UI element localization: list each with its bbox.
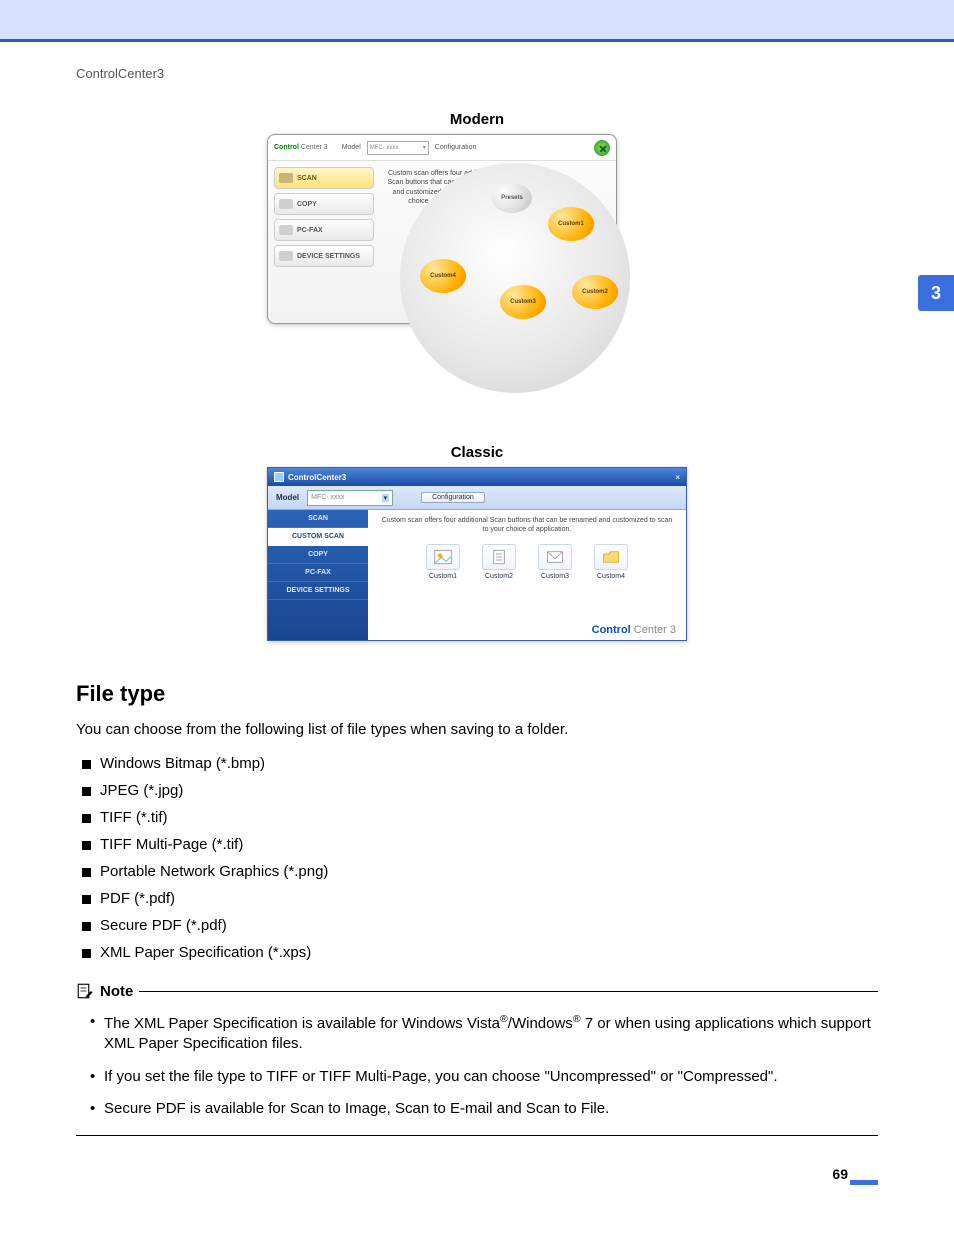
device-icon [279, 251, 293, 261]
classic-window: ControlCenter3 × Model MFC- xxxx▾ Config… [267, 467, 687, 641]
chapter-tab: 3 [918, 275, 954, 311]
sidebar-item-scan[interactable]: SCAN [268, 510, 368, 528]
custom4-button[interactable]: Custom4 [420, 259, 466, 293]
list-item: Secure PDF (*.pdf) [82, 912, 878, 939]
icon-caption: Custom1 [429, 573, 457, 580]
note-block: Note The XML Paper Specification is avai… [76, 982, 878, 1136]
page-number: 69 [76, 1166, 878, 1185]
note-bottom-rule [76, 1135, 878, 1136]
classic-titlebar: ControlCenter3 × [268, 468, 686, 486]
custom2-button[interactable] [482, 544, 516, 570]
section-intro: You can choose from the following list o… [76, 721, 878, 738]
model-dropdown[interactable]: MFC- xxxx▾ [367, 141, 429, 155]
list-item: Portable Network Graphics (*.png) [82, 858, 878, 885]
sidebar-item-copy[interactable]: COPY [268, 546, 368, 564]
configuration-link[interactable]: Configuration [435, 144, 477, 151]
presets-button[interactable]: Presets [492, 183, 532, 213]
close-button[interactable] [594, 140, 610, 156]
fax-icon [279, 225, 293, 235]
figure-classic: Classic ControlCenter3 × Model MFC- xxxx… [76, 444, 878, 641]
chevron-down-icon: ▾ [382, 494, 390, 502]
classic-toolbar: Model MFC- xxxx▾ Configuration [268, 486, 686, 510]
section-heading: File type [76, 681, 878, 707]
sidebar-item-pcfax[interactable]: PC-FAX [268, 564, 368, 582]
note-label: Note [100, 983, 133, 1000]
custom4-button[interactable] [594, 544, 628, 570]
list-item: XML Paper Specification (*.xps) [82, 939, 878, 966]
window-icon [274, 472, 284, 482]
sidebar-item-device-settings[interactable]: DEVICE SETTINGS [268, 582, 368, 600]
figure-modern: Modern Control Center 3 Model MFC- xxxx▾… [76, 111, 878, 394]
modern-titlebar: Control Center 3 Model MFC- xxxx▾ Config… [268, 135, 616, 161]
figure-classic-title: Classic [76, 444, 878, 461]
image-icon [434, 549, 452, 565]
list-item: If you set the file type to TIFF or TIFF… [90, 1061, 878, 1093]
list-item: PDF (*.pdf) [82, 885, 878, 912]
folder-icon [602, 549, 620, 565]
modern-window: Control Center 3 Model MFC- xxxx▾ Config… [267, 134, 617, 324]
file-type-list: Windows Bitmap (*.bmp) JPEG (*.jpg) TIFF… [76, 750, 878, 966]
sidebar-item-copy[interactable]: COPY [274, 193, 374, 215]
sidebar-item-custom-scan[interactable]: CUSTOM SCAN [268, 528, 368, 546]
list-item: The XML Paper Specification is available… [90, 1006, 878, 1061]
modern-sidebar: SCAN COPY PC-FAX DEVICE SETTINGS [268, 161, 380, 323]
icon-caption: Custom3 [541, 573, 569, 580]
configuration-button[interactable]: Configuration [421, 492, 485, 503]
mail-icon [546, 549, 564, 565]
classic-description: Custom scan offers four additional Scan … [378, 516, 676, 534]
icon-caption: Custom2 [485, 573, 513, 580]
header-band [0, 0, 954, 40]
sidebar-item-scan[interactable]: SCAN [274, 167, 374, 189]
custom3-button[interactable]: Custom3 [500, 285, 546, 319]
breadcrumb: ControlCenter3 [76, 66, 878, 81]
model-label: Model [342, 144, 361, 151]
model-label: Model [276, 493, 299, 502]
note-rule [139, 991, 878, 992]
sidebar-item-pcfax[interactable]: PC-FAX [274, 219, 374, 241]
list-item: JPEG (*.jpg) [82, 777, 878, 804]
custom1-button[interactable]: Custom1 [548, 207, 594, 241]
app-logo: Control Center 3 [274, 144, 328, 151]
note-icon [76, 982, 94, 1000]
list-item: Windows Bitmap (*.bmp) [82, 750, 878, 777]
sidebar-item-device-settings[interactable]: DEVICE SETTINGS [274, 245, 374, 267]
model-dropdown[interactable]: MFC- xxxx▾ [307, 490, 393, 506]
scan-icon [279, 173, 293, 183]
document-icon [490, 549, 508, 565]
custom1-button[interactable] [426, 544, 460, 570]
custom-icon-row: Custom1 Custom2 Custom3 Custom4 [378, 544, 676, 580]
list-item: TIFF Multi-Page (*.tif) [82, 831, 878, 858]
chevron-down-icon: ▾ [423, 144, 426, 151]
list-item: TIFF (*.tif) [82, 804, 878, 831]
list-item: Secure PDF is available for Scan to Imag… [90, 1093, 878, 1125]
custom3-button[interactable] [538, 544, 572, 570]
close-button[interactable]: × [675, 473, 680, 482]
icon-caption: Custom4 [597, 573, 625, 580]
note-list: The XML Paper Specification is available… [76, 1006, 878, 1125]
custom2-button[interactable]: Custom2 [572, 275, 618, 309]
figure-modern-title: Modern [76, 111, 878, 128]
classic-sidebar: SCAN CUSTOM SCAN COPY PC-FAX DEVICE SETT… [268, 510, 368, 640]
footer-logo: Control Center 3 [592, 624, 676, 636]
copy-icon [279, 199, 293, 209]
window-title-text: ControlCenter3 [288, 473, 346, 482]
